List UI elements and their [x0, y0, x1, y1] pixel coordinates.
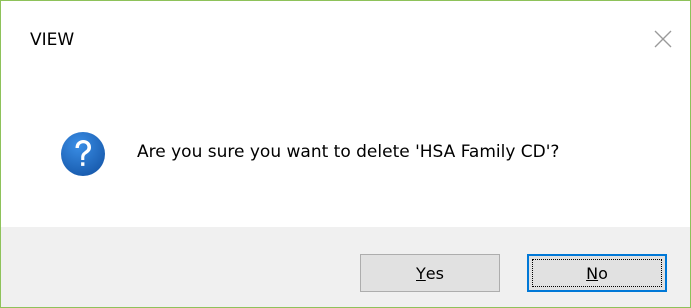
yes-label: es: [425, 263, 444, 283]
yes-button[interactable]: Yes: [360, 254, 500, 292]
message-dialog: VIEW Are you sure you want to delete 'HS…: [0, 0, 691, 308]
question-icon: [61, 132, 105, 176]
yes-mnemonic: Y: [416, 263, 426, 283]
no-label: o: [598, 263, 608, 283]
no-button[interactable]: No: [527, 254, 667, 292]
close-button[interactable]: [651, 27, 675, 51]
no-mnemonic: N: [586, 263, 599, 283]
dialog-title: VIEW: [30, 30, 75, 50]
close-icon: [654, 30, 672, 48]
dialog-message: Are you sure you want to delete 'HSA Fam…: [137, 142, 560, 162]
